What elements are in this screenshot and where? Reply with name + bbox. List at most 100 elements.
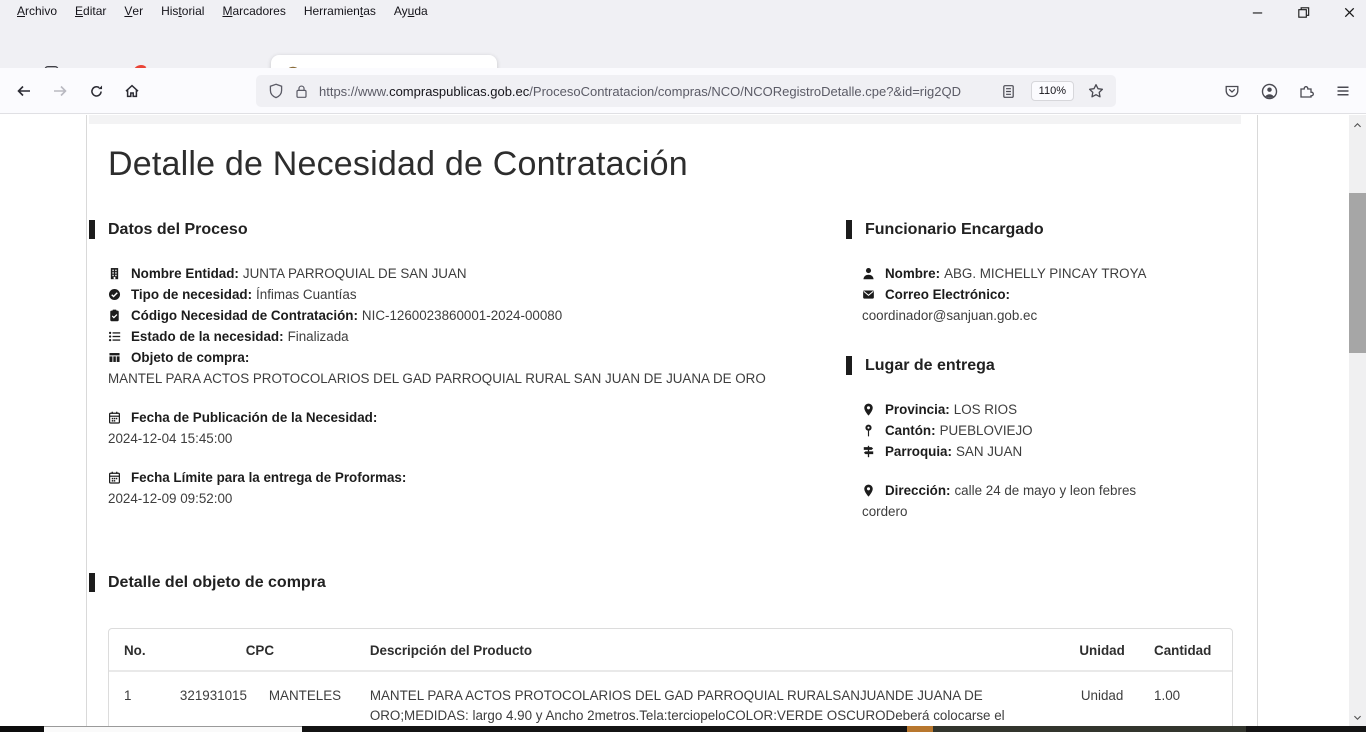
restore-icon [1296, 5, 1311, 20]
page-title: Detalle de Necesidad de Contratación [108, 145, 688, 184]
menu-ver[interactable]: Ver [115, 0, 152, 22]
vertical-scrollbar[interactable] [1349, 115, 1366, 726]
zoom-indicator[interactable]: 110% [1031, 81, 1074, 101]
account-icon [1261, 83, 1278, 100]
check-circle-icon [108, 288, 121, 301]
list-item: Nombre:ABG. MICHELLY PINCAY TROYA [862, 263, 1259, 284]
reload-icon [89, 84, 104, 99]
reader-mode-icon [1001, 84, 1016, 99]
account-button[interactable] [1253, 75, 1285, 107]
section-funcionario-encargado: Funcionario Encargado Nombre:ABG. MICHEL… [846, 220, 1259, 326]
table-icon [108, 351, 121, 364]
taskbar-segment [44, 726, 302, 732]
menu-ayuda[interactable]: Ayuda [385, 0, 437, 22]
list-item: Dirección:calle 24 de mayo y leon febres… [862, 480, 1162, 522]
list-item: Estado de la necesidad:Finalizada [108, 326, 829, 347]
scroll-up-button[interactable] [1349, 117, 1366, 134]
pocket-icon [1224, 83, 1240, 99]
list-icon [108, 330, 121, 343]
minimize-button[interactable] [1250, 5, 1265, 20]
app-menu-button[interactable] [1327, 75, 1359, 107]
section-title: Detalle del objeto de compra [108, 574, 326, 592]
menu-historial[interactable]: Historial [152, 0, 213, 22]
reload-button[interactable] [80, 75, 112, 107]
col-cpc: CPC [165, 629, 355, 672]
list-item: Objeto de compra: [108, 347, 829, 368]
tab-bar: Google Necesidades de Contratación y [0, 22, 1366, 68]
section-accent-bar [89, 220, 95, 239]
table-header-row: No. CPC Descripción del Producto Unidad … [109, 629, 1232, 672]
section-title: Funcionario Encargado [865, 221, 1044, 239]
forward-icon [52, 83, 68, 99]
lock-icon[interactable] [294, 84, 309, 99]
menu-herramientas[interactable]: Herramientas [295, 0, 385, 22]
col-descripcion: Descripción del Producto [355, 629, 1065, 672]
list-item: Fecha de Publicación de la Necesidad: [108, 407, 829, 428]
window-close-icon [1342, 5, 1357, 20]
cell-no: 1 [109, 672, 165, 726]
menu-bar: Archivo Editar Ver Historial Marcadores … [0, 0, 1366, 22]
scroll-up-icon [1352, 120, 1363, 131]
objeto-de-compra-value: MANTEL PARA ACTOS PROTOCOLARIOS DEL GAD … [108, 368, 829, 389]
section-lugar-de-entrega: Lugar de entrega Provincia:LOS RIOS Cant… [846, 356, 1259, 522]
window-controls [1250, 5, 1357, 20]
tracking-shield-icon[interactable] [268, 83, 284, 99]
restore-button[interactable] [1296, 5, 1311, 20]
url-text[interactable]: https://www.compraspublicas.gob.ec/Proce… [319, 84, 997, 99]
list-item: Nombre Entidad:JUNTA PARROQUIAL DE SAN J… [108, 263, 829, 284]
star-icon [1088, 83, 1104, 99]
reader-mode-button[interactable] [997, 79, 1021, 103]
extensions-puzzle-icon [1298, 83, 1314, 99]
page-container: Detalle de Necesidad de Contratación Dat… [86, 115, 1258, 726]
cell-quantity: 1.00 [1139, 672, 1232, 726]
section-accent-bar [846, 220, 852, 239]
section-title: Datos del Proceso [108, 221, 248, 239]
list-item: Tipo de necesidad:Ínfimas Cuantías [108, 284, 829, 305]
menu-editar[interactable]: Editar [66, 0, 115, 22]
list-item: Fecha Límite para la entrega de Proforma… [108, 467, 829, 488]
calendar-icon [108, 411, 121, 424]
building-icon [108, 267, 121, 280]
map-marker-icon [862, 484, 875, 497]
envelope-icon [862, 288, 875, 301]
close-window-button[interactable] [1342, 5, 1357, 20]
clipboard-check-icon [108, 309, 121, 322]
back-button[interactable] [8, 75, 40, 107]
correo-value: coordinador@sanjuan.gob.ec [862, 305, 1259, 326]
home-icon [124, 83, 140, 99]
home-button[interactable] [116, 75, 148, 107]
navigation-toolbar: https://www.compraspublicas.gob.ec/Proce… [0, 68, 1366, 114]
url-bar[interactable]: https://www.compraspublicas.gob.ec/Proce… [256, 75, 1116, 107]
cell-description: MANTEL PARA ACTOS PROTOCOLARIOS DEL GAD … [355, 672, 1065, 726]
menu-archivo[interactable]: Archivo [8, 0, 66, 22]
bookmark-star-button[interactable] [1084, 79, 1108, 103]
pocket-button[interactable] [1216, 75, 1248, 107]
section-accent-bar [89, 573, 95, 592]
page-viewport: Detalle de Necesidad de Contratación Dat… [0, 115, 1349, 726]
extensions-button[interactable] [1290, 75, 1322, 107]
section-datos-del-proceso: Datos del Proceso Nombre Entidad:JUNTA P… [89, 220, 829, 509]
map-pin-icon [862, 424, 875, 437]
page-header-band [89, 115, 1241, 124]
menu-marcadores[interactable]: Marcadores [213, 0, 294, 22]
fecha-limite-value: 2024-12-09 09:52:00 [108, 488, 829, 509]
scroll-down-button[interactable] [1349, 709, 1366, 726]
col-unidad: Unidad [1065, 629, 1139, 672]
section-accent-bar [846, 356, 852, 375]
table-row: 1 321931015 MANTELES MANTEL PARA ACTOS P… [109, 672, 1232, 726]
user-icon [862, 267, 875, 280]
list-item: Provincia:LOS RIOS [862, 399, 1259, 420]
taskbar-segment [933, 726, 1246, 732]
calendar-icon [108, 471, 121, 484]
scrollbar-thumb[interactable] [1349, 193, 1366, 353]
map-marker-icon [862, 403, 875, 416]
cell-cpc: 321931015 [165, 672, 254, 726]
section-detalle-objeto-compra: Detalle del objeto de compra No. CPC Des… [89, 573, 1243, 726]
forward-button[interactable] [44, 75, 76, 107]
list-item: Código Necesidad de Contratación:NIC-126… [108, 305, 829, 326]
taskbar-segment [0, 726, 44, 732]
cell-unit: Unidad [1065, 672, 1139, 726]
section-title: Lugar de entrega [865, 357, 995, 375]
url-fade-overlay [961, 84, 997, 99]
back-icon [16, 83, 32, 99]
